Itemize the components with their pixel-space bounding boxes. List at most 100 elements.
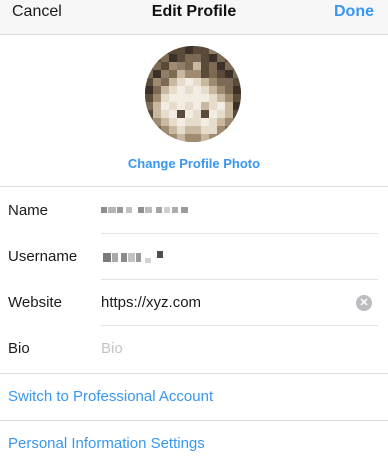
avatar-pixel	[177, 94, 185, 102]
personal-info-link[interactable]: Personal Information Settings	[8, 421, 205, 467]
avatar-pixel	[217, 54, 225, 62]
avatar-pixel	[153, 62, 161, 70]
bio-label: Bio	[8, 340, 30, 357]
avatar-pixel	[169, 126, 177, 134]
avatar-pixel	[201, 102, 209, 110]
avatar-pixel	[209, 62, 217, 70]
avatar-pixel	[161, 62, 169, 70]
done-button[interactable]: Done	[334, 2, 374, 22]
avatar-pixel	[161, 78, 169, 86]
avatar-pixel	[153, 94, 161, 102]
avatar-pixel	[169, 94, 177, 102]
avatar-pixel	[233, 134, 241, 142]
website-label: Website	[8, 294, 62, 311]
avatar-pixel	[153, 54, 161, 62]
avatar-pixel	[209, 86, 217, 94]
avatar-pixel	[209, 54, 217, 62]
avatar[interactable]	[145, 46, 241, 142]
avatar-pixel	[169, 62, 177, 70]
avatar-pixel	[233, 110, 241, 118]
switch-professional-row[interactable]: Switch to Professional Account	[0, 374, 388, 420]
username-label: Username	[8, 248, 78, 265]
avatar-pixel	[209, 46, 217, 54]
avatar-pixel	[193, 118, 201, 126]
avatar-pixel	[201, 118, 209, 126]
avatar-pixel	[209, 102, 217, 110]
avatar-pixel	[209, 94, 217, 102]
avatar-pixel	[177, 102, 185, 110]
avatar-pixel	[225, 94, 233, 102]
avatar-pixel	[145, 134, 153, 142]
name-row: Name	[0, 188, 388, 234]
avatar-pixel	[169, 46, 177, 54]
bio-field[interactable]: Bio	[101, 326, 123, 372]
avatar-pixel	[145, 86, 153, 94]
avatar-pixel	[169, 70, 177, 78]
avatar-pixel	[145, 70, 153, 78]
avatar-pixel	[225, 46, 233, 54]
avatar-pixel	[217, 102, 225, 110]
avatar-pixel	[177, 110, 185, 118]
avatar-pixel	[217, 70, 225, 78]
avatar-pixel	[225, 62, 233, 70]
avatar-pixel	[153, 126, 161, 134]
avatar-pixel	[177, 118, 185, 126]
avatar-pixel	[161, 110, 169, 118]
avatar-pixel	[145, 94, 153, 102]
avatar-pixel	[177, 70, 185, 78]
avatar-pixel	[145, 110, 153, 118]
avatar-pixel	[153, 102, 161, 110]
avatar-pixel	[193, 86, 201, 94]
avatar-pixel	[233, 46, 241, 54]
avatar-pixel	[233, 94, 241, 102]
name-field[interactable]	[101, 204, 201, 218]
avatar-pixel	[177, 86, 185, 94]
website-row: Website https://xyz.com ✕	[0, 280, 388, 326]
switch-professional-link[interactable]: Switch to Professional Account	[8, 374, 213, 420]
avatar-pixel	[217, 78, 225, 86]
avatar-pixel	[161, 70, 169, 78]
avatar-pixel	[145, 78, 153, 86]
username-field[interactable]	[101, 250, 181, 264]
avatar-pixel	[169, 86, 177, 94]
avatar-pixel	[161, 46, 169, 54]
avatar-pixel	[161, 102, 169, 110]
website-field[interactable]: https://xyz.com	[101, 280, 201, 326]
avatar-pixel	[145, 118, 153, 126]
avatar-pixel	[169, 134, 177, 142]
avatar-pixel	[209, 118, 217, 126]
avatar-pixel	[185, 118, 193, 126]
username-row: Username	[0, 234, 388, 280]
avatar-pixel	[193, 134, 201, 142]
avatar-pixel	[209, 78, 217, 86]
avatar-pixel	[177, 126, 185, 134]
avatar-pixel	[153, 118, 161, 126]
avatar-pixel	[201, 110, 209, 118]
avatar-pixel	[185, 126, 193, 134]
avatar-pixel	[217, 134, 225, 142]
avatar-pixel	[217, 86, 225, 94]
avatar-pixel	[201, 70, 209, 78]
pixelated-profile-photo	[145, 46, 241, 142]
avatar-pixel	[177, 54, 185, 62]
avatar-pixel	[153, 78, 161, 86]
avatar-pixel	[161, 94, 169, 102]
clear-circle-icon[interactable]: ✕	[356, 295, 372, 311]
avatar-pixel	[145, 54, 153, 62]
avatar-pixel	[161, 118, 169, 126]
avatar-pixel	[193, 126, 201, 134]
avatar-pixel	[169, 118, 177, 126]
avatar-pixel	[161, 134, 169, 142]
personal-info-row[interactable]: Personal Information Settings	[0, 421, 388, 467]
avatar-pixel	[185, 70, 193, 78]
avatar-pixel	[185, 134, 193, 142]
avatar-pixel	[225, 110, 233, 118]
avatar-pixel	[217, 94, 225, 102]
avatar-pixel	[185, 46, 193, 54]
avatar-pixel	[161, 54, 169, 62]
avatar-pixel	[217, 46, 225, 54]
avatar-pixel	[193, 46, 201, 54]
avatar-pixel	[145, 46, 153, 54]
avatar-pixel	[185, 78, 193, 86]
change-profile-photo-link[interactable]: Change Profile Photo	[0, 155, 388, 173]
